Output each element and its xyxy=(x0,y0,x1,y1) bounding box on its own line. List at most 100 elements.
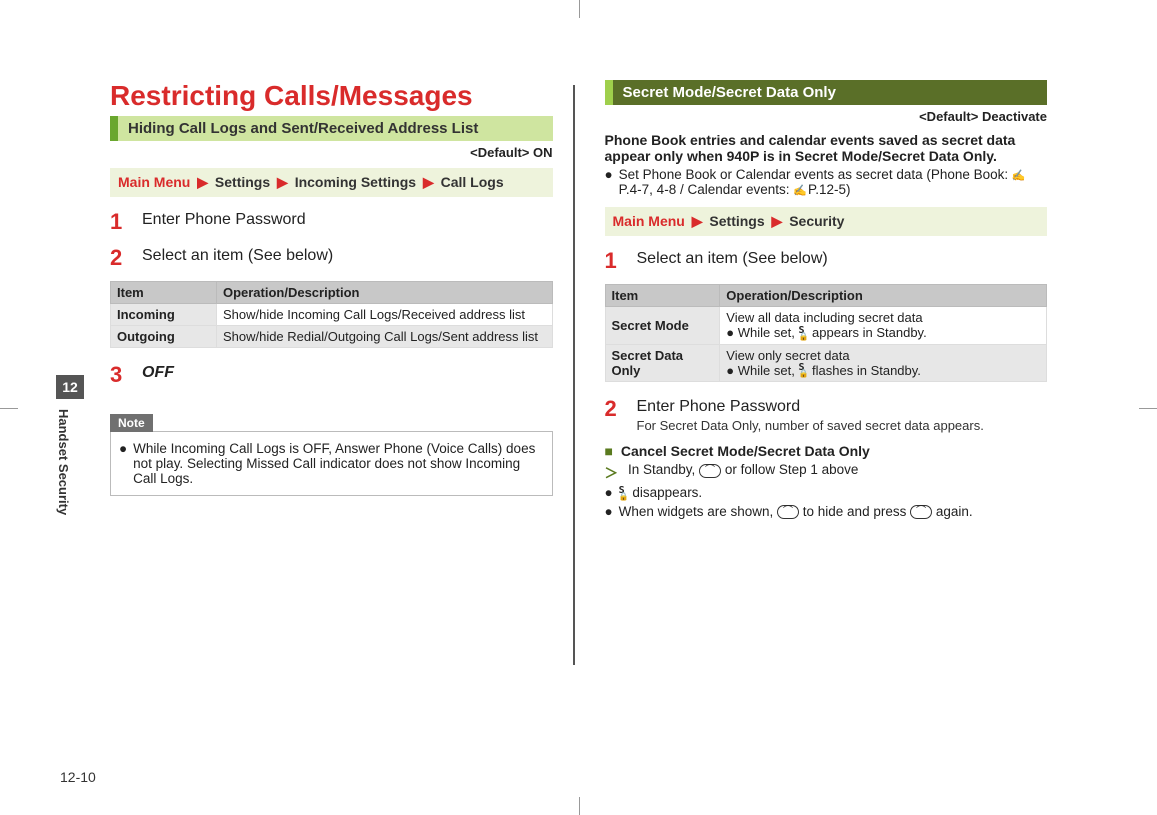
menu-path-left: Main Menu ▶ Settings ▶ Incoming Settings… xyxy=(110,168,553,197)
right-column: Secret Mode/Secret Data Only <Default> D… xyxy=(575,20,1108,785)
chevron-marker-icon: ＞ xyxy=(605,462,619,482)
step-text: Enter Phone Password xyxy=(142,209,553,235)
table-header-item: Item xyxy=(605,285,720,307)
bullet-icon: ● xyxy=(119,441,127,486)
text-part: P.4-7, 4-8 / Calendar events: xyxy=(619,182,794,197)
chevron-right-icon: ▶ xyxy=(423,174,434,191)
menu-step-settings: Settings xyxy=(709,213,764,229)
secret-mode-icon xyxy=(619,487,629,501)
cancel-text: In Standby, or follow Step 1 above xyxy=(628,462,858,482)
default-label-right: <Default> Deactivate xyxy=(605,109,1048,124)
text-part: While set, xyxy=(738,363,799,378)
menu-path-right: Main Menu ▶ Settings ▶ Security xyxy=(605,207,1048,236)
text-part: disappears. xyxy=(632,485,702,500)
step-text: Select an item (See below) xyxy=(142,245,553,271)
crop-mark-left xyxy=(0,408,18,409)
step-3-left: 3 OFF xyxy=(110,362,553,388)
cancel-line-3: ● When widgets are shown, to hide and pr… xyxy=(605,504,1048,519)
menu-step-security: Security xyxy=(789,213,844,229)
step-2-right: 2 Enter Phone Password For Secret Data O… xyxy=(605,396,1048,433)
default-label-left: <Default> ON xyxy=(110,145,553,160)
cancel-line-1: ＞ In Standby, or follow Step 1 above xyxy=(605,462,1048,482)
row-item: Outgoing xyxy=(111,326,217,348)
step-number: 2 xyxy=(605,396,625,433)
table-row: Secret Mode View all data including secr… xyxy=(605,307,1047,345)
row-desc: View only secret data ● While set, flash… xyxy=(720,344,1047,382)
bullet-icon: ● xyxy=(726,325,737,340)
chevron-right-icon: ▶ xyxy=(277,174,288,191)
intro-bullet: ● Set Phone Book or Calendar events as s… xyxy=(605,167,1048,197)
cancel-section: ■ Cancel Secret Mode/Secret Data Only ＞ … xyxy=(605,443,1048,519)
step-text: OFF xyxy=(142,362,553,388)
cancel-line-2: ● disappears. xyxy=(605,485,1048,500)
crop-mark-bottom xyxy=(579,797,580,815)
step-text: Select an item (See below) xyxy=(637,248,1048,274)
bullet-icon: ● xyxy=(605,167,613,197)
row-desc: Show/hide Incoming Call Logs/Received ad… xyxy=(216,304,552,326)
step-2-left: 2 Select an item (See below) xyxy=(110,245,553,271)
row-item: Secret Mode xyxy=(605,307,720,345)
menu-step-settings: Settings xyxy=(215,174,270,190)
text-part: In Standby, xyxy=(628,462,699,477)
table-row: Outgoing Show/hide Redial/Outgoing Call … xyxy=(111,326,553,348)
step-1-right: 1 Select an item (See below) xyxy=(605,248,1048,274)
note-body: ● While Incoming Call Logs is OFF, Answe… xyxy=(110,431,553,496)
intro-paragraph: Phone Book entries and calendar events s… xyxy=(605,132,1048,164)
text-part: View only secret data xyxy=(726,348,849,363)
step-text: Enter Phone Password For Secret Data Onl… xyxy=(637,396,1048,433)
note-label: Note xyxy=(110,414,153,432)
menu-main: Main Menu xyxy=(613,213,685,229)
note-text: While Incoming Call Logs is OFF, Answer … xyxy=(133,441,543,486)
step-number: 1 xyxy=(605,248,625,274)
chevron-right-icon: ▶ xyxy=(772,213,783,230)
end-key-icon xyxy=(910,505,932,519)
menu-step-call-logs: Call Logs xyxy=(441,174,504,190)
bullet-icon: ● xyxy=(726,363,737,378)
text-part: appears in Standby. xyxy=(812,325,927,340)
cancel-title: Cancel Secret Mode/Secret Data Only xyxy=(621,443,870,459)
table-header-desc: Operation/Description xyxy=(216,282,552,304)
square-marker-icon: ■ xyxy=(605,443,613,459)
secret-mode-icon xyxy=(798,364,808,378)
text-part: to hide and press xyxy=(803,504,910,519)
cancel-title-line: ■ Cancel Secret Mode/Secret Data Only xyxy=(605,443,1048,459)
chevron-right-icon: ▶ xyxy=(197,174,208,191)
reference-icon xyxy=(793,182,808,197)
subsection-bar-left: Hiding Call Logs and Sent/Received Addre… xyxy=(110,116,553,141)
text-part: or follow Step 1 above xyxy=(725,462,859,477)
text-part: While set, xyxy=(738,325,799,340)
text-part: Enter Phone Password xyxy=(637,398,801,415)
bullet-icon: ● xyxy=(605,504,613,519)
off-label: OFF xyxy=(142,364,174,381)
cancel-text: When widgets are shown, to hide and pres… xyxy=(619,504,973,519)
left-column: Restricting Calls/Messages Hiding Call L… xyxy=(50,20,573,785)
cancel-text: disappears. xyxy=(619,485,703,500)
text-part: P.12-5) xyxy=(808,182,851,197)
left-table: Item Operation/Description Incoming Show… xyxy=(110,281,553,348)
secret-mode-icon xyxy=(798,327,808,341)
end-key-icon xyxy=(777,505,799,519)
menu-main: Main Menu xyxy=(118,174,190,190)
row-desc: View all data including secret data ● Wh… xyxy=(720,307,1047,345)
step-subtext: For Secret Data Only, number of saved se… xyxy=(637,418,1048,433)
end-key-icon xyxy=(699,464,721,478)
subsection-bar-right: Secret Mode/Secret Data Only xyxy=(605,80,1048,105)
crop-mark-right xyxy=(1139,408,1157,409)
crop-mark-top xyxy=(579,0,580,18)
step-number: 1 xyxy=(110,209,130,235)
step-number: 2 xyxy=(110,245,130,271)
table-header-desc: Operation/Description xyxy=(720,285,1047,307)
text-part: again. xyxy=(936,504,973,519)
step-1-left: 1 Enter Phone Password xyxy=(110,209,553,235)
page-title: Restricting Calls/Messages xyxy=(110,80,553,112)
chevron-right-icon: ▶ xyxy=(692,213,703,230)
menu-step-incoming: Incoming Settings xyxy=(295,174,416,190)
row-item: Incoming xyxy=(111,304,217,326)
text-part: flashes in Standby. xyxy=(812,363,921,378)
row-item: Secret Data Only xyxy=(605,344,720,382)
bullet-icon: ● xyxy=(605,485,613,500)
table-row: Secret Data Only View only secret data ●… xyxy=(605,344,1047,382)
text-part: When widgets are shown, xyxy=(619,504,777,519)
page: 12 Handset Security 12-10 Restricting Ca… xyxy=(50,20,1107,785)
step-number: 3 xyxy=(110,362,130,388)
